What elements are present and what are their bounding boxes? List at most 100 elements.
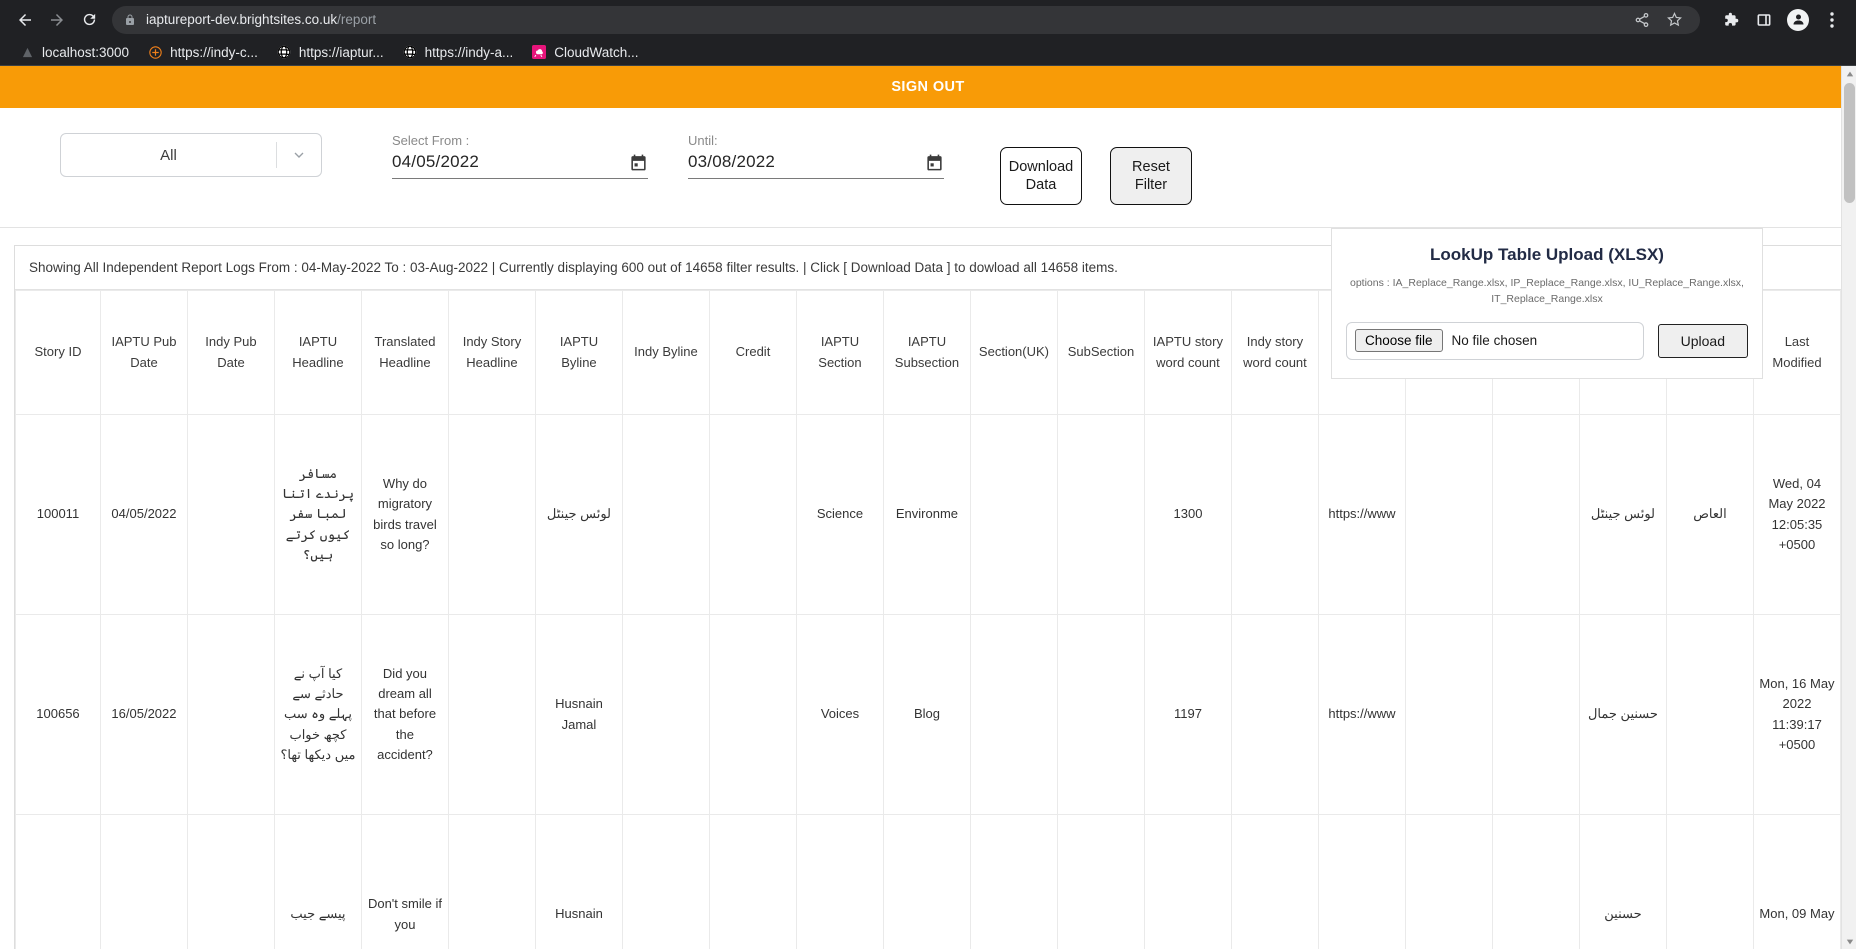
cell-translated-headline: Why do migratory birds travel so long? (360, 414, 449, 615)
cell-iaptu-pub-date: 16/05/2022 (99, 614, 188, 815)
puzzle-icon[interactable] (1716, 6, 1744, 34)
cell-subsection (1056, 814, 1145, 949)
cell-indy-byline (621, 814, 710, 949)
bookmark-label: CloudWatch... (554, 44, 639, 60)
cell-story-id: 100656 (15, 614, 101, 815)
url-text: iaptureport-dev.brightsites.co.uk/report (146, 12, 376, 27)
bookmark-indy-c[interactable]: https://indy-c... (138, 41, 267, 63)
bookmark-cloudwatch[interactable]: CloudWatch... (522, 41, 647, 63)
cell-translated-headline: Did you dream all that before the accide… (360, 614, 449, 815)
page-scrollbar[interactable] (1841, 66, 1856, 949)
bookmark-localhost[interactable]: localhost:3000 (10, 41, 138, 63)
share-icon[interactable] (1628, 6, 1656, 34)
browser-chrome: iaptureport-dev.brightsites.co.uk/report (0, 0, 1856, 66)
cell-iaptu-headline: کیا آپ نے حادثے سے پہلے وہ سب کچھ خواب م… (273, 614, 362, 815)
browser-action-icons (1710, 6, 1846, 34)
cell-iaptu-url[interactable]: https://www (1317, 414, 1406, 615)
table-row[interactable]: 100011 04/05/2022 مسافر پرندے اتنا لمبا … (15, 414, 1842, 615)
profile-avatar-icon[interactable] (1784, 6, 1812, 34)
col-iaptu-headline[interactable]: IAPTU Headline (273, 290, 362, 415)
scroll-down-arrow-icon[interactable] (1842, 934, 1856, 949)
lookup-table-upload-panel: LookUp Table Upload (XLSX) options : IA_… (1331, 228, 1763, 379)
col-iaptu-word-count[interactable]: IAPTU story word count (1143, 290, 1232, 415)
cell-article-id (1491, 414, 1580, 615)
until-value[interactable]: 03/08/2022 (688, 152, 925, 172)
cell-iaptu-word-count: 1197 (1143, 614, 1232, 815)
cell-translator: العاص (1665, 414, 1754, 615)
lookup-upload-form: Choose file No file chosen Upload (1346, 321, 1748, 360)
address-bar[interactable]: iaptureport-dev.brightsites.co.uk/report (112, 5, 1700, 34)
table-row[interactable]: 100656 16/05/2022 کیا آپ نے حادثے سے پہل… (15, 614, 1842, 815)
cell-credit (708, 814, 797, 949)
col-iaptu-pub-date[interactable]: IAPTU Pub Date (99, 290, 188, 415)
chevron-down-icon[interactable] (277, 147, 321, 163)
bookmark-indy-a[interactable]: https://indy-a... (393, 41, 523, 63)
filter-area: All Select From : 04/05/2022 Until: 03/0… (0, 108, 1856, 379)
col-section-uk[interactable]: Section(UK) (969, 290, 1058, 415)
cell-indy-word-count (1230, 414, 1319, 615)
col-credit[interactable]: Credit (708, 290, 797, 415)
cell-indy-url (1404, 814, 1493, 949)
three-dot-menu-icon[interactable] (1818, 6, 1846, 34)
table-row[interactable]: پیسے جیب Don't smile if you Husnain حسنی… (15, 814, 1842, 949)
page-content: SIGN OUT All Select From : 04/05/2022 Un… (0, 66, 1856, 949)
lookup-panel-title: LookUp Table Upload (XLSX) (1430, 245, 1664, 264)
col-translated-headline[interactable]: Translated Headline (360, 290, 449, 415)
sign-out-button[interactable]: SIGN OUT (891, 79, 964, 95)
reload-icon[interactable] (74, 5, 104, 35)
scrollbar-thumb[interactable] (1844, 83, 1855, 203)
cell-section-uk (969, 414, 1058, 615)
calendar-icon[interactable] (925, 153, 944, 172)
reset-filter-button[interactable]: Reset Filter (1110, 147, 1192, 205)
col-story-id[interactable]: Story ID (15, 290, 101, 415)
forward-arrow-icon[interactable] (42, 5, 72, 35)
cell-article-id (1491, 814, 1580, 949)
browser-toolbar: iaptureport-dev.brightsites.co.uk/report (0, 0, 1856, 39)
until-field[interactable]: Until: 03/08/2022 (688, 133, 944, 179)
globe-favicon (402, 44, 418, 60)
cell-iaptu-url[interactable]: https://www (1317, 614, 1406, 815)
choose-file-button[interactable]: Choose file (1355, 329, 1443, 353)
category-select[interactable]: All (60, 133, 322, 177)
col-indy-story-headline[interactable]: Indy Story Headline (447, 290, 536, 415)
cell-last-modified: Wed, 04 May 2022 12:05:35 +0500 (1752, 414, 1842, 615)
cell-iaptu-byline: Husnain Jamal (534, 614, 623, 815)
lock-icon (124, 13, 136, 27)
cell-indy-word-count (1230, 814, 1319, 949)
bookmark-iaptur[interactable]: https://iaptur... (267, 41, 393, 63)
star-icon[interactable] (1660, 6, 1688, 34)
select-from-label: Select From : (392, 133, 470, 148)
col-indy-word-count[interactable]: Indy story word count (1230, 290, 1319, 415)
download-data-button[interactable]: Download Data (1000, 147, 1082, 205)
cell-indy-word-count (1230, 614, 1319, 815)
col-iaptu-subsection[interactable]: IAPTU Subsection (882, 290, 971, 415)
file-input[interactable]: Choose file No file chosen (1346, 321, 1644, 360)
cell-indy-url (1404, 414, 1493, 615)
cell-translator (1665, 614, 1754, 815)
col-last-modified[interactable]: Last Modified (1752, 290, 1842, 415)
filter-row: All Select From : 04/05/2022 Until: 03/0… (0, 108, 1856, 205)
col-indy-pub-date[interactable]: Indy Pub Date (186, 290, 275, 415)
url-host: iaptureport-dev.brightsites.co.uk (146, 12, 338, 27)
select-from-field[interactable]: Select From : 04/05/2022 (392, 133, 648, 179)
select-from-value[interactable]: 04/05/2022 (392, 152, 629, 172)
side-panel-icon[interactable] (1750, 6, 1778, 34)
cell-iaptu-word-count (1143, 814, 1232, 949)
cell-section-uk (969, 614, 1058, 815)
lookup-panel-options: options : IA_Replace_Range.xlsx, IP_Repl… (1350, 277, 1744, 306)
scroll-up-arrow-icon[interactable] (1842, 66, 1856, 81)
cell-iaptu-subsection: Blog (882, 614, 971, 815)
upload-button[interactable]: Upload (1657, 323, 1748, 358)
cell-indy-pub-date (186, 814, 275, 949)
back-arrow-icon[interactable] (10, 5, 40, 35)
col-iaptu-section[interactable]: IAPTU Section (795, 290, 884, 415)
col-iaptu-byline[interactable]: IAPTU Byline (534, 290, 623, 415)
cell-iaptu-headline: پیسے جیب (273, 814, 362, 949)
cell-iaptu-subsection: Environme (882, 414, 971, 615)
cell-iaptu-url[interactable] (1317, 814, 1406, 949)
col-indy-byline[interactable]: Indy Byline (621, 290, 710, 415)
triangle-favicon (19, 44, 35, 60)
cell-iaptu-pub-date (99, 814, 188, 949)
calendar-icon[interactable] (629, 153, 648, 172)
col-subsection[interactable]: SubSection (1056, 290, 1145, 415)
